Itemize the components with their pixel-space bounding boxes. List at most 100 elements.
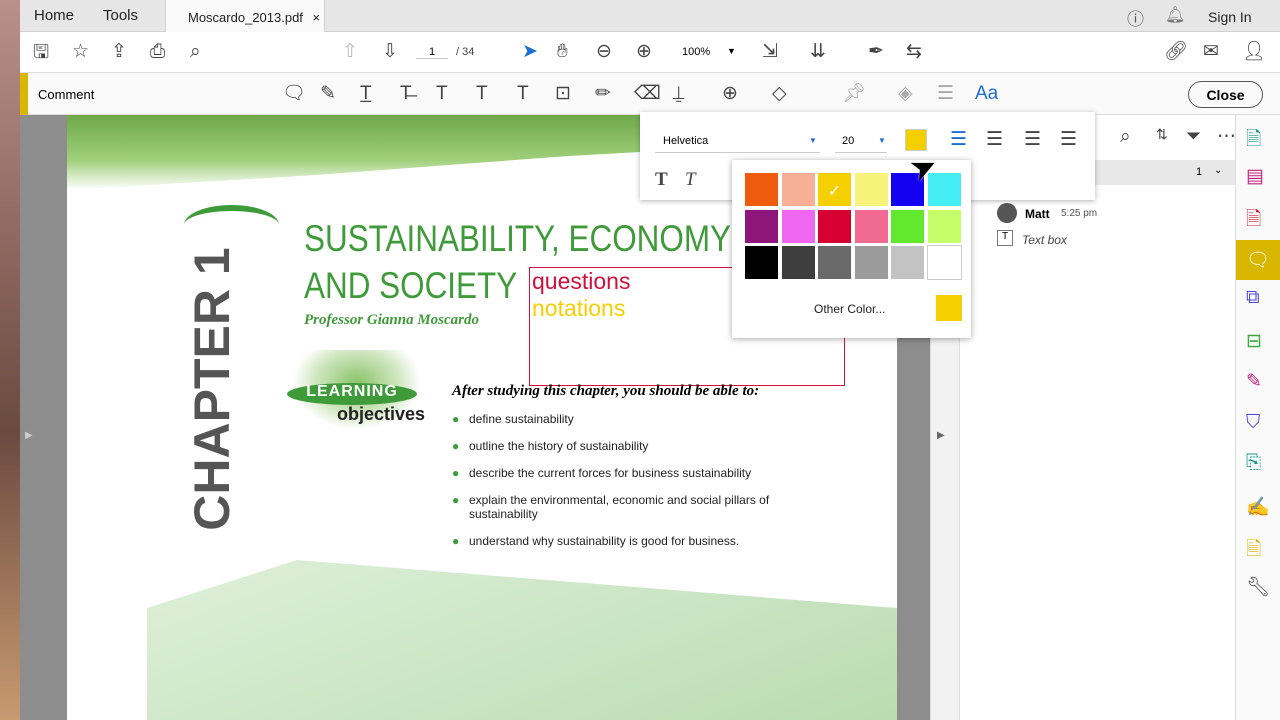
mail-icon[interactable]: ✉ (1203, 42, 1219, 61)
request-signature-icon[interactable]: ✍ (1246, 495, 1270, 519)
pin-icon[interactable]: 📌︎ (842, 84, 866, 103)
color-swatch[interactable] (853, 208, 889, 244)
color-swatch[interactable] (926, 245, 962, 280)
create-pdf-icon[interactable]: 🗎 (1246, 125, 1261, 157)
tab-home[interactable]: Home (34, 7, 74, 24)
color-swatch[interactable] (744, 208, 779, 244)
fit-page-icon[interactable]: ⇲ (762, 42, 778, 61)
page-group-number: 1 (1196, 166, 1203, 178)
align-left-icon[interactable]: ☰ (950, 130, 967, 149)
pencil-icon[interactable]: ✏ (595, 84, 611, 103)
combine-files-icon[interactable]: ⧉ (1246, 287, 1260, 309)
close-button[interactable]: Close (1188, 81, 1263, 108)
comment-type[interactable]: Text box (1022, 233, 1067, 247)
replace-text-icon[interactable]: T (436, 84, 448, 103)
collapse-panel-icon[interactable]: ▶ (937, 430, 945, 441)
color-swatch[interactable] (780, 245, 816, 280)
sign-in-link[interactable]: Sign In (1208, 9, 1252, 25)
align-center-icon[interactable]: ☰ (1024, 130, 1041, 149)
sort-icon[interactable]: ⇅ (1156, 127, 1168, 141)
color-swatch[interactable] (744, 245, 779, 280)
search-icon[interactable]: ⌕ (190, 42, 201, 61)
color-swatch[interactable] (853, 172, 889, 207)
bell-icon[interactable]: 🔔︎ (1165, 5, 1185, 25)
zoom-chevron-icon[interactable]: ▼ (727, 46, 736, 56)
protect-icon[interactable]: ⛉ (1246, 412, 1260, 434)
chevron-down-icon[interactable]: ⌄ (1214, 165, 1222, 176)
highlight-icon[interactable]: ✎ (320, 84, 336, 103)
scroll-mode-icon[interactable]: ⇊ (810, 42, 826, 61)
color-swatch[interactable]: ✓ (817, 172, 852, 207)
search-comments-icon[interactable]: ⌕ (1120, 127, 1131, 146)
other-color-swatch[interactable] (936, 295, 962, 321)
comment-tool-icon[interactable]: 🗨︎ (1236, 240, 1280, 280)
more-icon[interactable]: ⋯ (1217, 127, 1236, 146)
underline-icon[interactable]: T̲ (360, 84, 372, 103)
italic-icon[interactable]: T (685, 170, 696, 189)
prepare-form-icon[interactable]: 🗎 (1246, 535, 1261, 567)
color-swatch[interactable] (890, 208, 925, 244)
color-swatch[interactable] (817, 245, 852, 280)
tab-document[interactable]: Moscardo_2013.pdf × (165, 0, 325, 32)
more-tools-icon[interactable]: 🔧︎ (1246, 575, 1270, 599)
compress-icon[interactable]: ⊟ (1246, 330, 1262, 353)
eraser-icon[interactable]: ⌫ (634, 84, 661, 103)
objective-text: outline the history of sustainability (469, 439, 649, 453)
color-swatch[interactable] (744, 172, 779, 207)
upload-icon[interactable]: ⇪ (111, 42, 127, 61)
text-box-icon[interactable]: ⊡ (555, 84, 571, 103)
color-swatch[interactable] (817, 208, 852, 244)
stamp-icon[interactable]: ⍊ (673, 84, 684, 103)
zoom-in-icon[interactable]: ⊕ (636, 42, 652, 61)
close-tab-icon[interactable]: × (313, 10, 321, 25)
help-icon[interactable]: ⓘ (1127, 5, 1144, 30)
sign-icon[interactable]: ✒ (868, 42, 884, 61)
shapes-icon[interactable]: ◇ (772, 84, 787, 103)
export-pdf-icon[interactable]: 🗎 (1246, 205, 1261, 237)
attach-icon[interactable]: ⊕ (722, 84, 738, 103)
next-page-icon[interactable]: ⇩ (382, 42, 398, 61)
insert-text-icon[interactable]: T (476, 84, 488, 103)
page-number-input[interactable]: 1 (416, 46, 448, 59)
align-right-icon[interactable]: ☰ (986, 130, 1003, 149)
bag-image (147, 560, 897, 720)
color-swatch[interactable] (780, 172, 816, 207)
line-weight-icon[interactable]: ☰ (937, 84, 954, 103)
fill-sign-icon[interactable]: ✎ (1246, 370, 1262, 393)
color-swatch[interactable] (780, 208, 816, 244)
star-icon[interactable]: ☆ (72, 42, 89, 61)
font-size-select[interactable]: 20 (842, 135, 854, 147)
sticky-note-icon[interactable]: 🗨︎ (282, 84, 306, 103)
organize-pages-icon[interactable]: ▤ (1246, 165, 1264, 188)
prev-page-icon[interactable]: ⇧ (342, 42, 358, 61)
color-swatch[interactable] (926, 208, 962, 244)
strikethrough-icon[interactable]: T̶ (400, 84, 412, 103)
zoom-out-icon[interactable]: ⊖ (596, 42, 612, 61)
hand-icon[interactable]: ✋︎ (557, 42, 568, 61)
color-swatch[interactable] (853, 245, 889, 280)
title-line-1: SUSTAINABILITY, ECONOMY (304, 218, 732, 259)
size-dropdown-icon[interactable]: ▼ (878, 136, 886, 145)
zoom-select[interactable]: 100% (682, 46, 710, 58)
justify-icon[interactable]: ☰ (1060, 130, 1077, 149)
font-dropdown-icon[interactable]: ▼ (809, 136, 817, 145)
add-user-icon[interactable]: 👤︎ (1242, 42, 1266, 61)
text-properties-icon[interactable]: Aa (975, 84, 998, 103)
fill-icon[interactable]: ◈ (898, 84, 913, 103)
text-box-type-icon: T (997, 230, 1013, 246)
add-text-icon[interactable]: T (517, 84, 529, 103)
select-cursor-icon[interactable]: ➤ (522, 42, 538, 61)
send-icon[interactable]: ⇆ (906, 42, 922, 61)
print-icon[interactable]: ⎙ (150, 42, 165, 61)
logo-learning: LEARNING (287, 383, 417, 405)
send-for-review-icon[interactable]: ⎘ (1246, 452, 1261, 474)
other-color-link[interactable]: Other Color... (814, 302, 885, 316)
bold-icon[interactable]: T (655, 170, 668, 189)
font-select[interactable]: Helvetica (663, 135, 708, 147)
filter-icon[interactable]: ⏷ (1186, 127, 1201, 146)
link-icon[interactable]: 🔗︎ (1164, 42, 1188, 61)
save-icon[interactable]: 🖫 (33, 43, 49, 62)
color-swatch[interactable] (890, 245, 925, 280)
left-panel-toggle-icon[interactable]: ▶ (25, 430, 33, 441)
tab-tools[interactable]: Tools (103, 7, 138, 24)
